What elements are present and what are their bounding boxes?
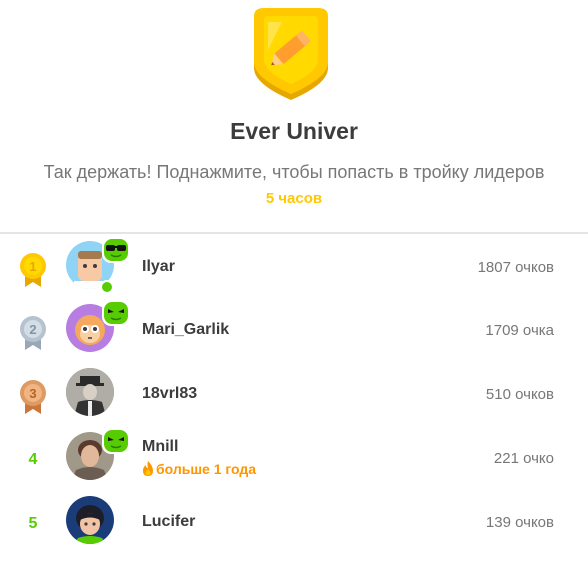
xp-score: 1709 очка [485, 322, 554, 339]
leaderboard-row[interactable]: 5 Lucifer 139 очков [0, 491, 588, 551]
username[interactable]: 18vrl83 [142, 385, 197, 403]
rank-number: 5 [28, 515, 38, 532]
gold-medal-icon: 1 [20, 253, 46, 287]
username[interactable]: Lucifer [142, 513, 195, 531]
silver-medal-icon: 2 [20, 316, 46, 350]
rank-number: 4 [28, 451, 38, 468]
svg-text:3: 3 [29, 386, 36, 401]
gold-league-shield-pencil-icon [254, 8, 328, 100]
xp-score: 1807 очков [477, 259, 554, 276]
fire-icon [143, 461, 153, 476]
avatar[interactable] [66, 496, 114, 544]
avatar[interactable] [66, 368, 114, 416]
leaderboard-row[interactable]: 3 18vrl83 510 очков [0, 363, 588, 423]
league-header: Ever Univer Так держать! Поднажмите, что… [0, 0, 588, 232]
xp-score: 139 очков [485, 514, 554, 531]
league-subtitle: Так держать! Поднажмите, чтобы попасть в… [43, 162, 545, 182]
green-frog-icon [102, 300, 130, 326]
username[interactable]: Ilyar [142, 258, 175, 276]
streak-badge: больше 1 года [142, 461, 256, 477]
streak-text: больше 1 года [156, 461, 257, 477]
xp-score: 510 очков [485, 386, 554, 403]
username[interactable]: Mnill [142, 438, 178, 456]
svg-text:2: 2 [29, 322, 36, 337]
leaderboard-row[interactable]: 4 Mnill больше 1 года 221 очко [0, 427, 588, 487]
league-title: Ever Univer [230, 118, 358, 144]
bronze-medal-icon: 3 [20, 380, 46, 414]
sunglasses-frog-icon [102, 237, 130, 263]
time-remaining: 5 часов [265, 190, 323, 207]
leaderboard-row[interactable]: 1 Ilyar 1807 очков [0, 236, 588, 296]
xp-score: 221 очко [493, 450, 554, 467]
leaderboard-row[interactable]: 2 Mari_Garlik 1709 очка [0, 299, 588, 359]
svg-text:1: 1 [29, 259, 36, 274]
green-frog-icon [102, 428, 130, 454]
online-indicator [100, 280, 114, 294]
username[interactable]: Mari_Garlik [142, 321, 229, 339]
divider [0, 232, 588, 234]
